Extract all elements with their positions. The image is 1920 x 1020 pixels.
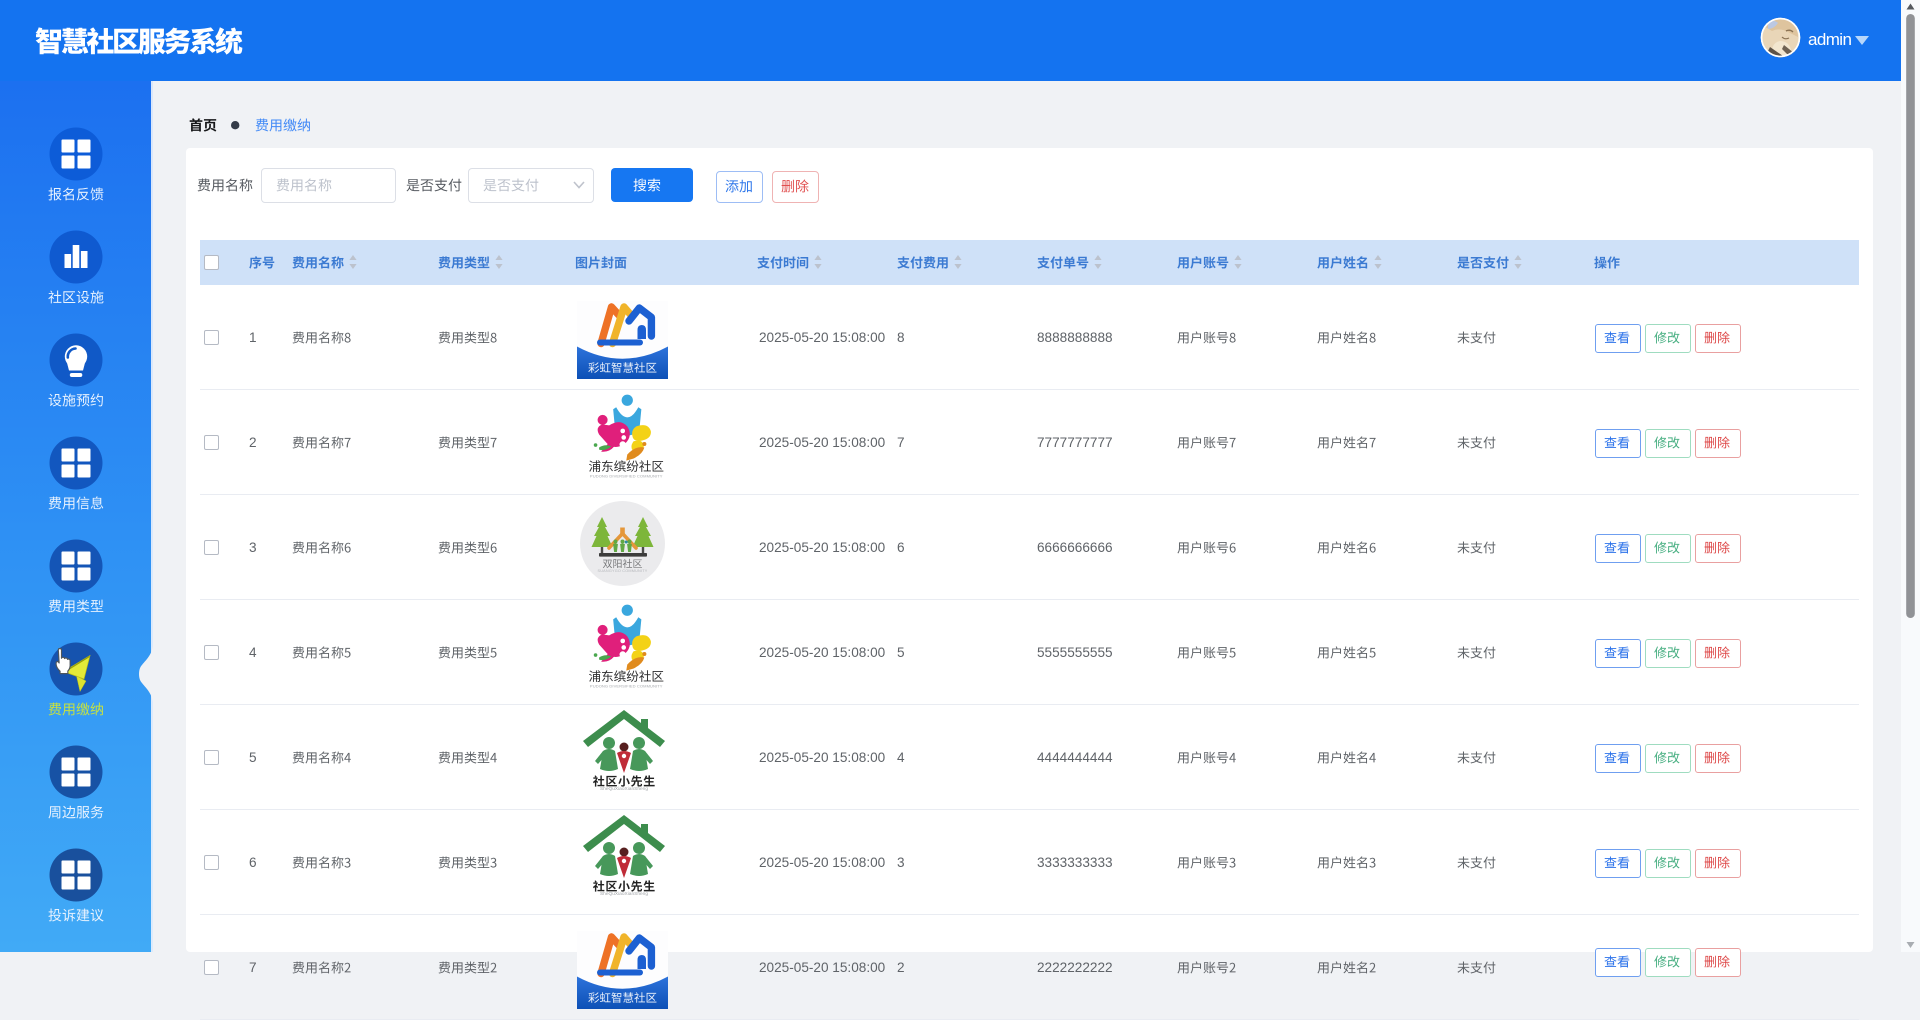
svg-text:PUDONG DIVERSIFIED COMMUNITY: PUDONG DIVERSIFIED COMMUNITY xyxy=(589,474,662,479)
svg-text:SUANGYGO COMMUNITY: SUANGYGO COMMUNITY xyxy=(597,569,647,573)
svg-text:PUDONG DIVERSIFIED COMMUNITY: PUDONG DIVERSIFIED COMMUNITY xyxy=(589,684,662,689)
svg-text:SheQuXiaoXianSheng: SheQuXiaoXianSheng xyxy=(600,891,648,897)
svg-text:SheQuXiaoXianSheng: SheQuXiaoXianSheng xyxy=(600,786,648,792)
